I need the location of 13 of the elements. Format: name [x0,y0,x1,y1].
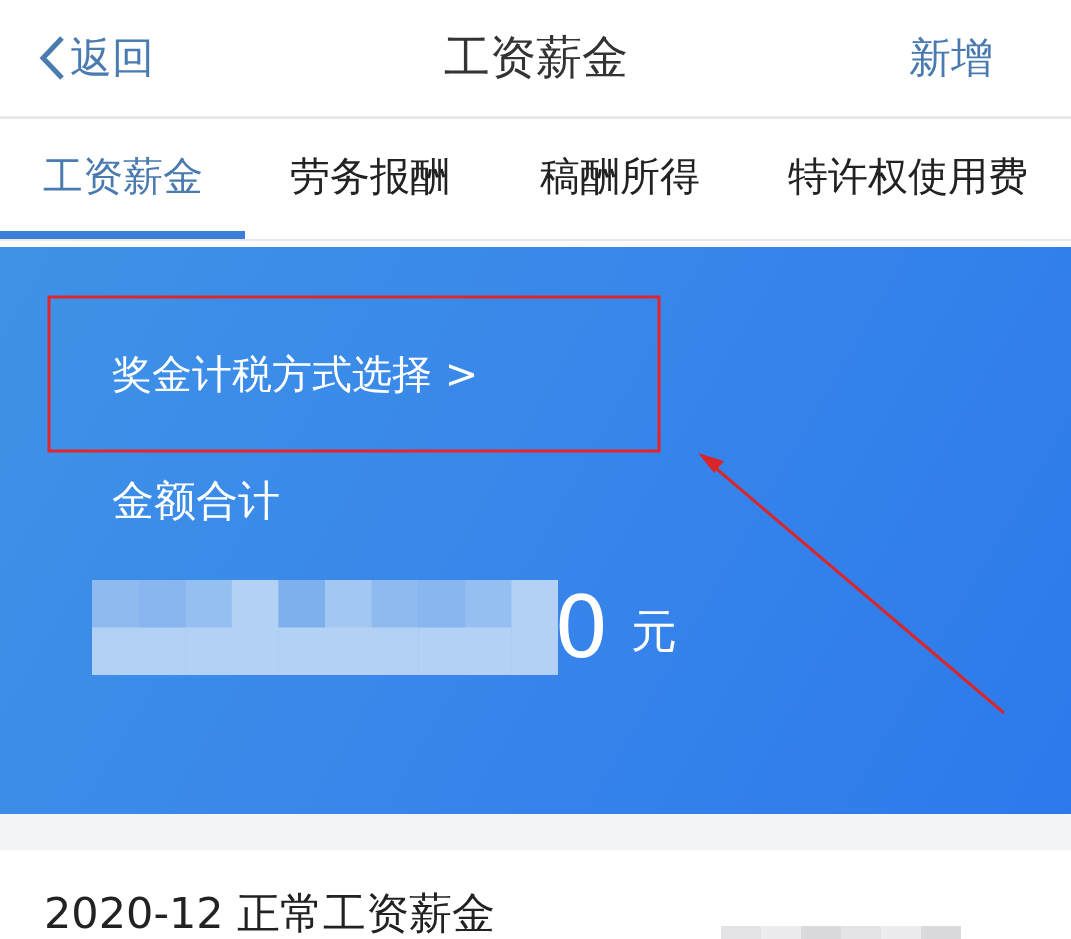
add-button[interactable]: 新增 [909,30,993,86]
page-title: 工资薪金 [443,29,628,86]
currency-unit: 元 [630,603,677,660]
chevron-left-icon [38,35,66,81]
tab[interactable]: 特许权使用费 [745,119,1071,239]
record-title: 2020-12 正常工资薪金 [44,887,496,939]
tab[interactable]: 稿酬所得 [495,119,745,239]
bonus-tax-method-link[interactable]: 奖金计税方式选择 > [112,347,479,402]
tab[interactable]: 工资薪金 [0,119,245,239]
amount-value: 0 [554,577,609,677]
back-button[interactable]: 返回 [38,30,154,86]
tab[interactable]: 劳务报酬 [245,119,495,239]
total-amount-label: 金额合计 [112,475,280,527]
